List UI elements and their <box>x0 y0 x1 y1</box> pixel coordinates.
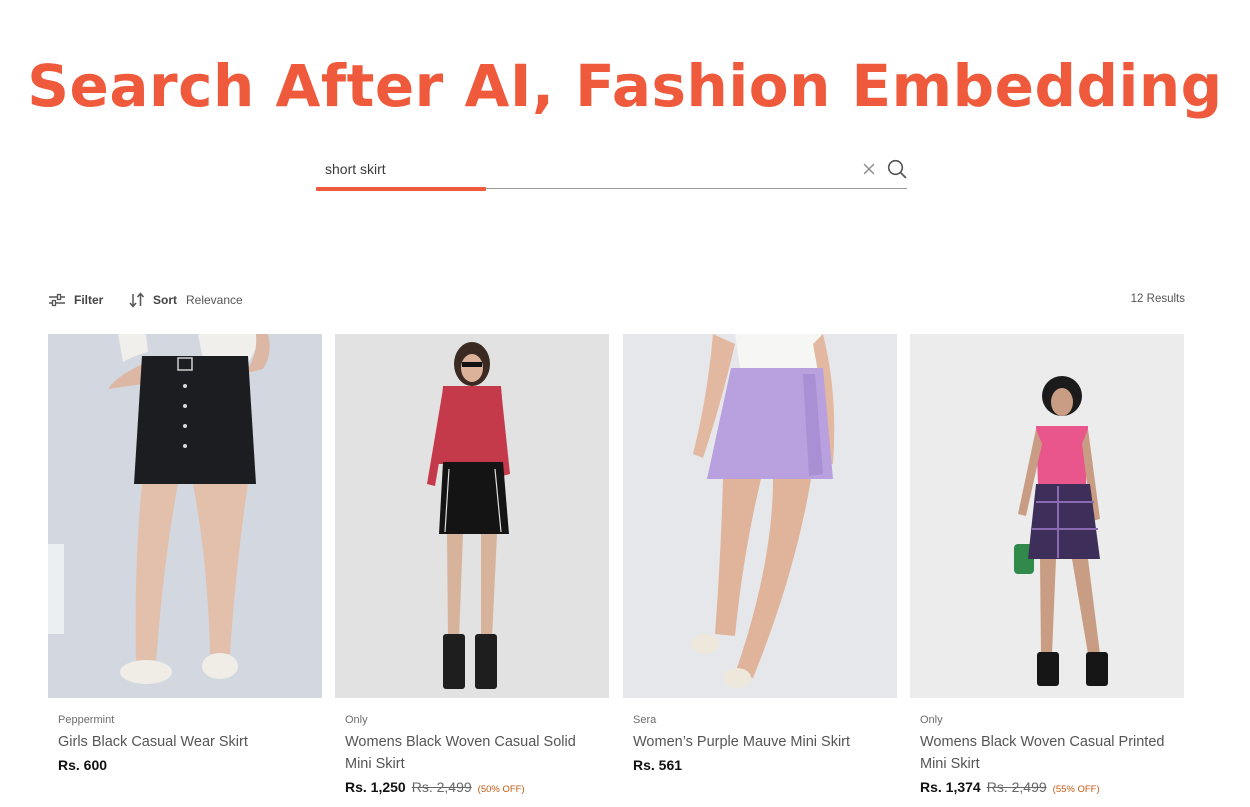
product-brand: Only <box>345 714 368 726</box>
filter-sliders-icon <box>49 293 65 307</box>
sort-arrows-icon <box>129 292 145 308</box>
page-title: Search After AI, Fashion Embedding <box>27 52 1223 120</box>
product-brand: Peppermint <box>58 714 115 726</box>
close-icon[interactable] <box>860 160 878 178</box>
filter-label: Filter <box>74 293 104 307</box>
product-mrp: Rs. 2,499 <box>411 779 472 795</box>
product-price: Rs. 600 <box>58 757 108 773</box>
price-row: Rs. 1,374 Rs. 2,499 (55% OFF) <box>920 779 1184 795</box>
product-card[interactable]: Only Womens Black Woven Casual Solid Min… <box>335 334 609 795</box>
discount-badge: (55% OFF) <box>1052 784 1100 795</box>
price-row: Rs. 561 <box>633 757 897 773</box>
product-image[interactable] <box>623 334 897 698</box>
sort-label: Sort <box>153 293 177 307</box>
product-name[interactable]: Womens Black Woven Casual Printed Mini S… <box>920 731 1170 775</box>
search-icon[interactable] <box>886 158 908 180</box>
results-count: 12 Results <box>1130 293 1185 305</box>
search-bar <box>316 150 907 192</box>
sort-value: Relevance <box>186 293 243 307</box>
filter-button[interactable]: Filter <box>48 288 103 312</box>
product-image[interactable] <box>48 334 322 698</box>
price-row: Rs. 1,250 Rs. 2,499 (50% OFF) <box>345 779 609 795</box>
product-card[interactable]: Only Womens Black Woven Casual Printed M… <box>910 334 1184 795</box>
product-mrp: Rs. 2,499 <box>986 779 1047 795</box>
price-row: Rs. 600 <box>58 757 322 773</box>
product-image[interactable] <box>335 334 609 698</box>
results-toolbar: Filter Sort Relevance 12 Results <box>48 288 1185 312</box>
search-accent-bar <box>316 187 486 191</box>
product-name[interactable]: Women’s Purple Mauve Mini Skirt <box>633 731 883 753</box>
product-name[interactable]: Womens Black Woven Casual Solid Mini Ski… <box>345 731 595 775</box>
product-price: Rs. 1,374 <box>920 779 981 795</box>
product-card[interactable]: Peppermint Girls Black Casual Wear Skirt… <box>48 334 322 773</box>
search-input[interactable] <box>316 150 856 188</box>
discount-badge: (50% OFF) <box>477 784 525 795</box>
product-image[interactable] <box>910 334 1184 698</box>
sort-button[interactable]: Sort Relevance <box>128 288 243 312</box>
product-brand: Only <box>920 714 943 726</box>
product-price: Rs. 1,250 <box>345 779 406 795</box>
product-name[interactable]: Girls Black Casual Wear Skirt <box>58 731 308 753</box>
product-card[interactable]: Sera Women’s Purple Mauve Mini Skirt Rs.… <box>623 334 897 773</box>
product-brand: Sera <box>633 714 657 726</box>
product-price: Rs. 561 <box>633 757 683 773</box>
